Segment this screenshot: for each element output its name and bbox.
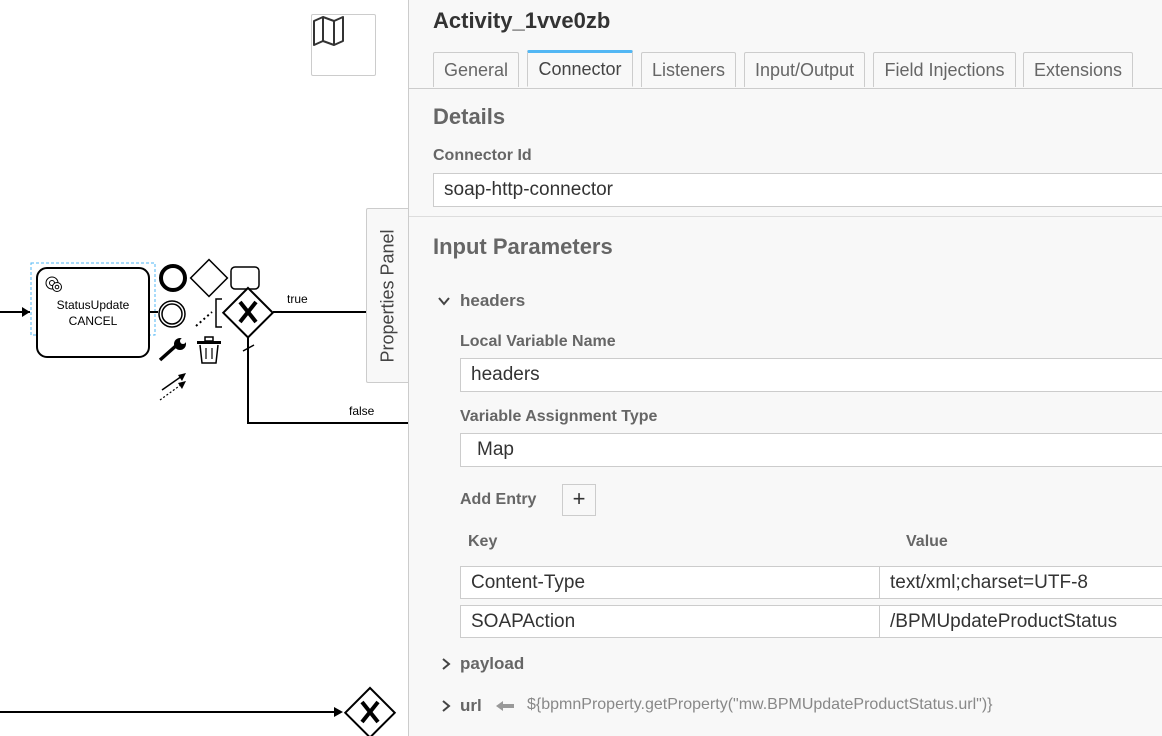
wrench-icon[interactable] <box>158 338 186 362</box>
chevron-right-icon[interactable] <box>439 657 453 671</box>
entry-value-input[interactable]: text/xml;charset=UTF-8 <box>879 566 1162 599</box>
flow-true-label: true <box>287 292 308 306</box>
flow-false-label: false <box>349 404 375 418</box>
param-payload-toggle[interactable]: payload <box>460 654 524 674</box>
key-column-header: Key <box>468 533 498 550</box>
entry-key-input[interactable]: SOAPAction <box>460 605 880 638</box>
panel-title: Activity_1vve0zb <box>433 8 611 33</box>
exclusive-gateway-bottom[interactable] <box>343 686 397 736</box>
param-headers-toggle[interactable]: headers <box>460 291 525 311</box>
task-icon[interactable] <box>230 266 260 290</box>
task-label-line1: StatusUpdate <box>57 298 130 312</box>
connector-id-label: Connector Id <box>433 147 532 164</box>
arrow-head-icon <box>22 307 30 317</box>
tab-extensions[interactable]: Extensions <box>1023 52 1133 87</box>
properties-panel-toggle-label: Properties Panel <box>377 228 398 363</box>
value-column-header: Value <box>906 533 948 550</box>
url-expression: ${bpmnProperty.getProperty("mw.BPMUpdate… <box>527 696 993 713</box>
param-url-toggle[interactable]: url <box>460 696 482 716</box>
bpmn-canvas[interactable]: StatusUpdate CANCEL true false Propertie… <box>0 0 410 736</box>
properties-panel: Activity_1vve0zb General Connector Liste… <box>408 0 1162 736</box>
chevron-down-icon[interactable] <box>437 294 451 308</box>
add-entry-button[interactable]: + <box>562 484 596 516</box>
properties-panel-toggle[interactable]: Properties Panel <box>366 208 409 383</box>
map-icon <box>313 16 344 46</box>
local-variable-name-label: Local Variable Name <box>460 333 616 350</box>
tab-connector[interactable]: Connector <box>527 50 633 87</box>
task-label-line2: CANCEL <box>69 314 118 328</box>
tab-listeners[interactable]: Listeners <box>641 52 736 87</box>
exclusive-gateway[interactable] <box>221 286 275 339</box>
end-event-icon[interactable] <box>159 264 187 292</box>
details-heading: Details <box>433 104 506 129</box>
connector-id-input[interactable]: soap-http-connector <box>433 173 1162 207</box>
tab-input-output[interactable]: Input/Output <box>744 52 865 87</box>
entry-key-input[interactable]: Content-Type <box>460 566 880 599</box>
tab-general[interactable]: General <box>433 52 519 87</box>
variable-assignment-type-select[interactable]: Map <box>460 433 1162 467</box>
minimap-toggle-button[interactable] <box>311 14 376 76</box>
panel-tabs: General Connector Listeners Input/Output… <box>409 48 1162 89</box>
local-variable-name-input[interactable]: headers <box>460 358 1162 392</box>
connect-arrow-icon[interactable] <box>159 373 186 401</box>
arrow-head-icon <box>334 707 343 717</box>
text-annotation-icon[interactable] <box>195 298 222 328</box>
variable-assignment-type-label: Variable Assignment Type <box>460 408 658 425</box>
input-parameters-heading: Input Parameters <box>433 234 613 259</box>
entry-value-input[interactable]: /BPMUpdateProductStatus <box>879 605 1162 638</box>
add-entry-label: Add Entry <box>460 491 537 508</box>
chevron-right-icon[interactable] <box>439 699 453 713</box>
gateway-icon[interactable] <box>189 258 229 298</box>
bpmn-diagram: StatusUpdate CANCEL true false <box>0 258 410 736</box>
arrow-left-icon <box>496 701 514 711</box>
divider <box>409 216 1162 217</box>
tab-field-injections[interactable]: Field Injections <box>873 52 1016 87</box>
trash-icon[interactable] <box>197 336 221 364</box>
